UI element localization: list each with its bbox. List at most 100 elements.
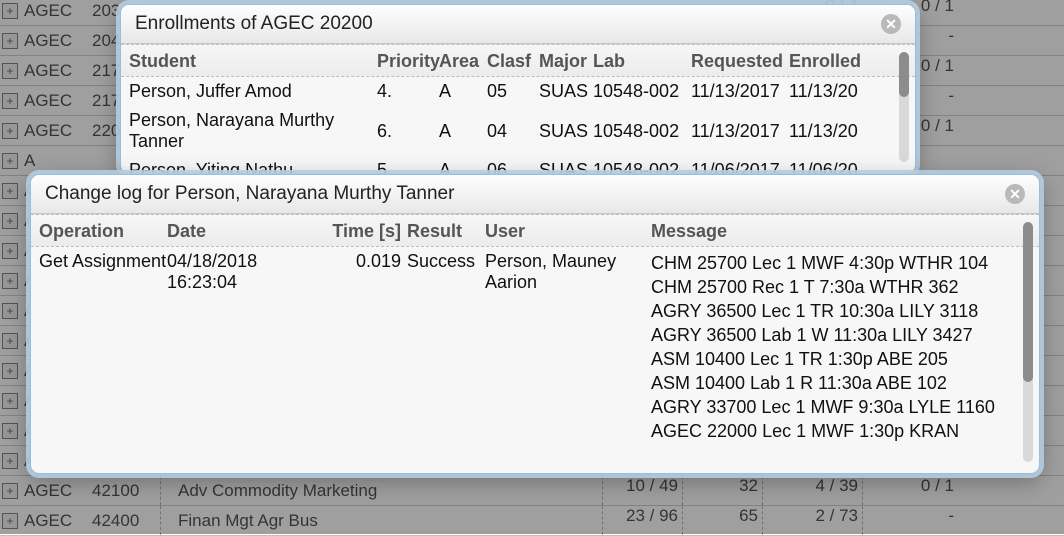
message-line: AGRY 36500 Lab 1 W 11:30a LILY 3427 [651, 323, 1004, 347]
cell-priority: 5. [377, 160, 439, 174]
expand-icon[interactable]: + [2, 213, 18, 229]
cell-d: - [862, 506, 962, 535]
col-enrolled[interactable]: Enrolled [789, 51, 855, 72]
close-icon[interactable]: ✕ [1005, 184, 1025, 204]
expand-icon[interactable]: + [2, 423, 18, 439]
table-row[interactable]: +AGEC42100Adv Commodity Marketing10 / 49… [0, 476, 1064, 506]
cell-lab: 10548-002 [593, 121, 691, 142]
cell-code: A [24, 151, 92, 171]
table-row[interactable]: +AGEC42400Finan Mgt Agr Bus23 / 96652 / … [0, 506, 1064, 536]
cell-lab: 10548-002 [593, 160, 691, 174]
expand-icon[interactable]: + [2, 243, 18, 259]
cell-requested: 11/13/2017 [691, 121, 789, 142]
cell-c: 4 / 39 [762, 476, 862, 505]
cell-code: AGEC [24, 1, 92, 21]
message-line: AGEC 22000 Lec 1 MWF 1:30p KRAN [651, 419, 1004, 443]
col-major[interactable]: Major [539, 51, 593, 72]
expand-icon[interactable]: + [2, 63, 18, 79]
changelog-titlebar[interactable]: Change log for Person, Narayana Murthy T… [31, 175, 1039, 214]
enrollments-header-row: Student Priority Area Clasf Major Lab Re… [121, 44, 915, 77]
enrollment-row[interactable]: Person, Juffer Amod4.A05SUAS10548-00211/… [121, 77, 915, 106]
cell-code: AGEC [24, 61, 92, 81]
col-priority[interactable]: Priority [377, 51, 439, 72]
expand-icon[interactable]: + [2, 303, 18, 319]
cell-lab: 10548-002 [593, 81, 691, 102]
cell-requested: 11/13/2017 [691, 81, 789, 102]
col-lab[interactable]: Lab [593, 51, 691, 72]
expand-icon[interactable]: + [2, 273, 18, 289]
cell-clasf: 06 [487, 160, 539, 174]
changelog-header-row: Operation Date Time [s] Result User Mess… [31, 214, 1039, 247]
changelog-row[interactable]: Get Assignment 04/18/2018 16:23:04 0.019… [31, 247, 1039, 447]
cell-time: 0.019 [327, 251, 407, 272]
cell-area: A [439, 81, 487, 102]
scrollbar-thumb[interactable] [1023, 222, 1033, 382]
cell-area: A [439, 121, 487, 142]
expand-icon[interactable]: + [2, 153, 18, 169]
changelog-dialog: Change log for Person, Narayana Murthy T… [30, 174, 1040, 474]
cell-d: 0 / 1 [862, 476, 962, 505]
cell-code: AGEC [24, 91, 92, 111]
scrollbar[interactable] [1023, 222, 1033, 462]
cell-enrolled: 11/13/20 [789, 121, 855, 142]
cell-clasf: 04 [487, 121, 539, 142]
cell-requested: 11/06/2017 [691, 160, 789, 174]
changelog-title: Change log for Person, Narayana Murthy T… [45, 183, 454, 205]
expand-icon[interactable]: + [2, 93, 18, 109]
message-line: CHM 25700 Rec 1 T 7:30a WTHR 362 [651, 275, 1004, 299]
enrollments-title: Enrollments of AGEC 20200 [135, 13, 373, 35]
cell-student: Person, Juffer Amod [129, 81, 377, 102]
cell-enrolled: 11/13/20 [789, 81, 855, 102]
scrollbar-thumb[interactable] [899, 52, 909, 97]
cell-clasf: 05 [487, 81, 539, 102]
cell-priority: 6. [377, 121, 439, 142]
col-area[interactable]: Area [439, 51, 487, 72]
col-result[interactable]: Result [407, 221, 481, 242]
expand-icon[interactable]: + [2, 363, 18, 379]
message-line: CHM 25700 Lec 1 MWF 4:30p WTHR 104 [651, 251, 1004, 275]
close-icon[interactable]: ✕ [881, 14, 901, 34]
expand-icon[interactable]: + [2, 513, 18, 529]
expand-icon[interactable]: + [2, 483, 18, 499]
cell-number: 42400 [92, 511, 160, 531]
enrollments-titlebar[interactable]: Enrollments of AGEC 20200 ✕ [121, 5, 915, 44]
expand-icon[interactable]: + [2, 453, 18, 469]
col-clasf[interactable]: Clasf [487, 51, 539, 72]
col-date[interactable]: Date [167, 221, 327, 242]
expand-icon[interactable]: + [2, 393, 18, 409]
cell-code: AGEC [24, 121, 92, 141]
scrollbar[interactable] [899, 52, 909, 162]
enrollment-row[interactable]: Person, Yiting Nathu5.A06SUAS10548-00211… [121, 156, 915, 174]
cell-user: Person, Mauney Aarion [481, 251, 651, 293]
enrollments-dialog: Enrollments of AGEC 20200 ✕ Student Prio… [120, 4, 916, 174]
cell-major: SUAS [539, 81, 593, 102]
message-line: AGRY 33700 Lec 1 MWF 9:30a LYLE 1160 [651, 395, 1004, 419]
cell-date: 04/18/2018 16:23:04 [167, 251, 327, 293]
col-message[interactable]: Message [651, 221, 1004, 242]
col-operation[interactable]: Operation [39, 221, 167, 242]
cell-enrolled: 11/06/20 [789, 160, 855, 174]
cell-code: AGEC [24, 481, 92, 501]
cell-major: SUAS [539, 160, 593, 174]
cell-message: CHM 25700 Lec 1 MWF 4:30p WTHR 104CHM 25… [651, 251, 1004, 443]
cell-b: 65 [682, 506, 762, 535]
cell-title: Finan Mgt Agr Bus [172, 511, 602, 531]
col-user[interactable]: User [481, 221, 651, 242]
expand-icon[interactable]: + [2, 333, 18, 349]
cell-major: SUAS [539, 121, 593, 142]
message-line: ASM 10400 Lec 1 TR 1:30p ABE 205 [651, 347, 1004, 371]
expand-icon[interactable]: + [2, 33, 18, 49]
cell-title: Adv Commodity Marketing [172, 481, 602, 501]
cell-c: 2 / 73 [762, 506, 862, 535]
col-time[interactable]: Time [s] [327, 221, 407, 242]
cell-result: Success [407, 251, 481, 272]
expand-icon[interactable]: + [2, 183, 18, 199]
col-requested[interactable]: Requested [691, 51, 789, 72]
enrollment-row[interactable]: Person, Narayana Murthy Tanner6.A04SUAS1… [121, 106, 915, 156]
cell-a: 10 / 49 [602, 476, 682, 505]
col-student[interactable]: Student [129, 51, 377, 72]
expand-icon[interactable]: + [2, 3, 18, 19]
expand-icon[interactable]: + [2, 123, 18, 139]
message-line: ASM 10400 Lab 1 R 11:30a ABE 102 [651, 371, 1004, 395]
cell-priority: 4. [377, 81, 439, 102]
